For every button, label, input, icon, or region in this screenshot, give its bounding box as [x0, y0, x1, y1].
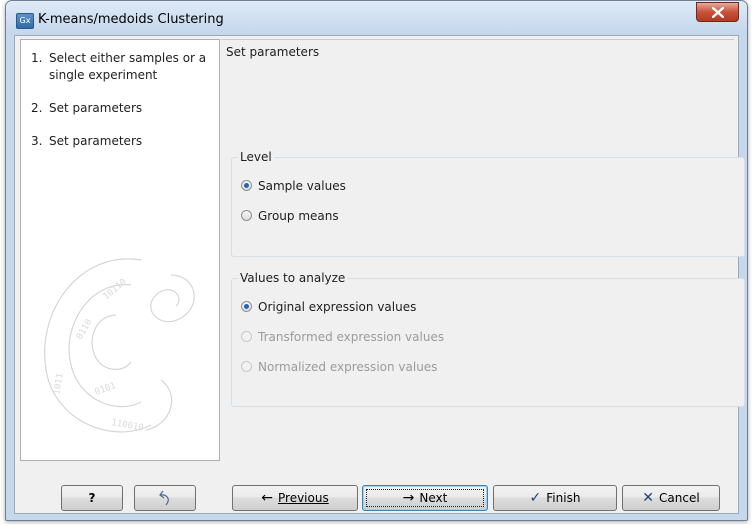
app-icon: Gx	[16, 13, 34, 29]
svg-text:1011: 1011	[52, 372, 66, 395]
arrow-right-icon: →	[402, 490, 415, 506]
group-means-label: Group means	[258, 209, 339, 223]
next-button[interactable]: → Next	[362, 485, 488, 511]
step-1: 1. Select either samples or a single expe…	[31, 50, 207, 84]
radio-normalized-expression: Normalized expression values	[241, 359, 437, 375]
title-bar[interactable]: Gx K-means/medoids Clustering	[6, 1, 747, 35]
close-icon	[712, 7, 724, 18]
normalized-expression-label: Normalized expression values	[258, 360, 438, 374]
next-label: Next	[419, 491, 448, 505]
step-1-number: 1.	[31, 51, 43, 65]
svg-text:0101: 0101	[94, 381, 118, 398]
step-2: 2. Set parameters	[31, 100, 207, 117]
svg-text:10110: 10110	[102, 277, 129, 302]
cancel-label: Cancel	[659, 491, 700, 505]
radio-transformed-expression: Transformed expression values	[241, 329, 444, 345]
reset-button[interactable]	[134, 485, 196, 511]
radio-button-disabled	[241, 331, 252, 342]
level-group: Level Sample values Group means	[231, 150, 745, 257]
check-icon: ✓	[529, 490, 542, 506]
arrow-left-icon: ←	[261, 490, 273, 506]
values-to-analyze-group: Values to analyze Original expression va…	[231, 271, 745, 407]
step-3-number: 3.	[31, 134, 43, 148]
radio-sample-values[interactable]: Sample values	[241, 178, 346, 194]
cancel-button[interactable]: ✕ Cancel	[622, 485, 720, 511]
help-button[interactable]: ?	[61, 485, 123, 511]
values-group-title: Values to analyze	[238, 271, 348, 285]
help-label: ?	[88, 491, 96, 505]
original-expression-label: Original expression values	[258, 300, 417, 314]
wizard-steps-panel: 1. Select either samples or a single expe…	[20, 39, 220, 461]
window-title: K-means/medoids Clustering	[38, 12, 224, 27]
parameters-panel: Set parameters Level Sample values Group…	[221, 39, 745, 462]
step-3: 3. Set parameters	[31, 133, 207, 150]
svg-text:0110: 0110	[75, 318, 95, 342]
close-button[interactable]	[696, 2, 739, 22]
radio-original-expression[interactable]: Original expression values	[241, 299, 416, 315]
finish-button[interactable]: ✓ Finish	[493, 485, 617, 511]
radio-button[interactable]	[241, 210, 252, 221]
radio-button-checked[interactable]	[241, 180, 252, 191]
step-2-label: Set parameters	[49, 101, 143, 115]
step-3-label: Set parameters	[49, 134, 143, 148]
decorative-swirl-logo: 10110 0110 1011 0101 110010	[44, 258, 195, 434]
cancel-x-icon: ✕	[642, 490, 655, 506]
radio-button-disabled	[241, 361, 252, 372]
dialog-window: Gx K-means/medoids Clustering 1. Select e…	[5, 0, 748, 521]
radio-button-checked[interactable]	[241, 301, 252, 312]
reset-icon	[159, 490, 169, 506]
level-group-title: Level	[238, 150, 274, 164]
step-2-number: 2.	[31, 101, 43, 115]
finish-label: Finish	[546, 491, 581, 505]
previous-button[interactable]: ← Previous	[232, 485, 358, 511]
radio-group-means[interactable]: Group means	[241, 208, 339, 224]
previous-label: Previous	[278, 491, 329, 505]
dialog-body: 1. Select either samples or a single expe…	[14, 35, 745, 514]
step-1-label: Select either samples or a single experi…	[49, 51, 207, 82]
page-heading: Set parameters	[226, 45, 320, 59]
transformed-expression-label: Transformed expression values	[258, 330, 445, 344]
sample-values-label: Sample values	[258, 179, 346, 193]
